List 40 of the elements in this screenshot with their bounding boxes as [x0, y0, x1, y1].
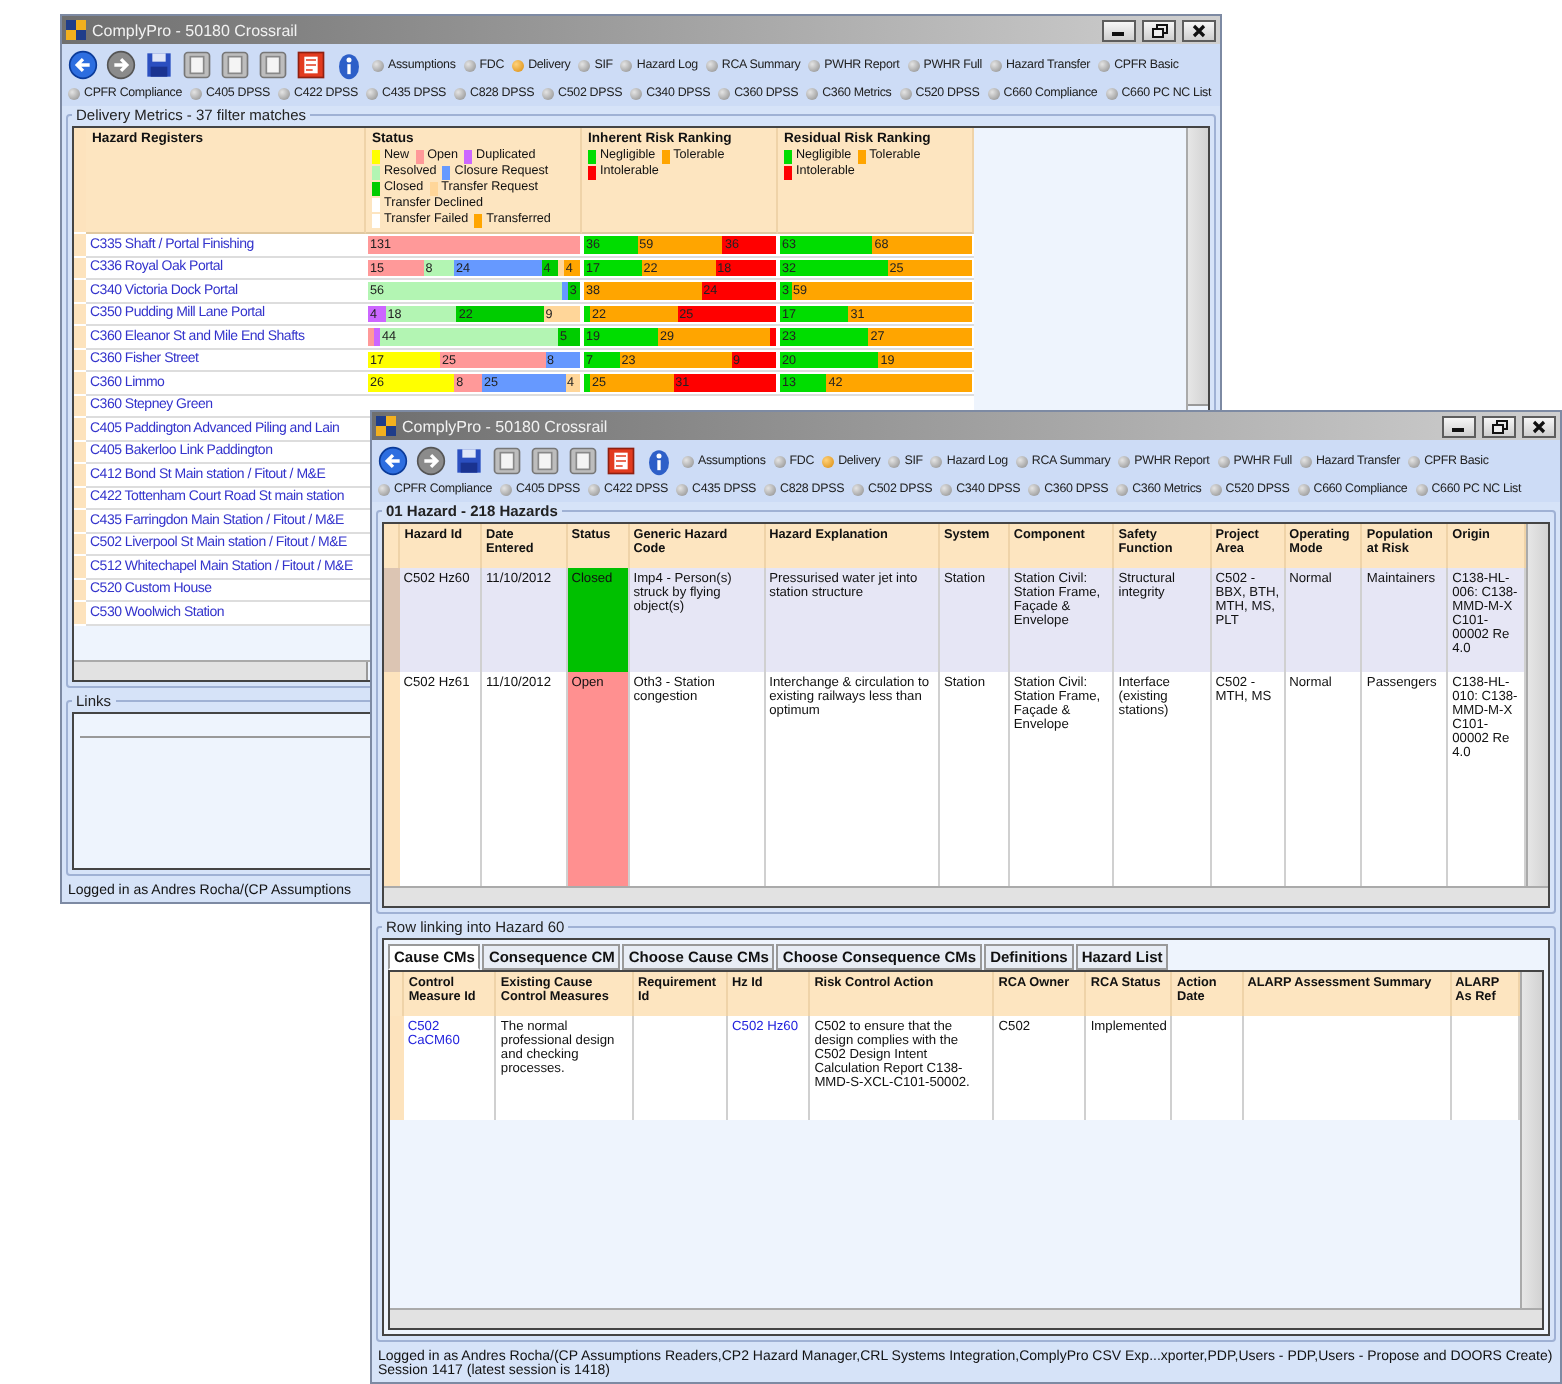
document-icon[interactable]	[182, 50, 212, 80]
document-icon[interactable]	[220, 50, 250, 80]
report-icon[interactable]	[296, 50, 326, 80]
table-row[interactable]	[384, 568, 1525, 672]
window-title: ComplyPro - 50180 Crossrail	[92, 21, 300, 39]
forward-icon[interactable]	[416, 446, 446, 476]
corner-cell	[384, 524, 400, 568]
back-icon[interactable]	[378, 446, 408, 476]
horizontal-scrollbar[interactable]	[74, 662, 368, 680]
close-button[interactable]	[1182, 19, 1216, 41]
corner-cell	[390, 972, 404, 1016]
close-icon	[1192, 23, 1206, 37]
horizontal-scrollbar[interactable]	[384, 886, 1548, 906]
window-title: ComplyPro - 50180 Crossrail	[402, 417, 610, 435]
info-icon[interactable]	[334, 50, 364, 80]
horizontal-scrollbar[interactable]	[390, 1308, 1542, 1328]
minimize-button[interactable]	[1102, 19, 1136, 41]
vertical-scrollbar[interactable]	[1526, 524, 1548, 886]
save-icon[interactable]	[144, 50, 174, 80]
save-icon[interactable]	[454, 446, 484, 476]
restore-icon	[1151, 23, 1167, 37]
document-icon[interactable]	[258, 50, 288, 80]
vertical-scrollbar[interactable]	[1520, 972, 1542, 1308]
restore-button[interactable]	[1142, 19, 1176, 41]
document-icon[interactable]	[492, 446, 522, 476]
restore-icon	[1491, 419, 1507, 433]
document-icon[interactable]	[568, 446, 598, 476]
back-icon[interactable]	[68, 50, 98, 80]
forward-icon[interactable]	[106, 50, 136, 80]
close-icon	[1532, 419, 1546, 433]
info-icon[interactable]	[644, 446, 674, 476]
vertical-scrollbar[interactable]	[1188, 128, 1208, 406]
close-button[interactable]	[1522, 415, 1556, 437]
app-icon	[66, 20, 86, 40]
restore-button[interactable]	[1482, 415, 1516, 437]
app-icon	[376, 416, 396, 436]
document-icon[interactable]	[530, 446, 560, 476]
table-row[interactable]	[390, 1016, 1519, 1120]
report-icon[interactable]	[606, 446, 636, 476]
minimize-button[interactable]	[1442, 415, 1476, 437]
